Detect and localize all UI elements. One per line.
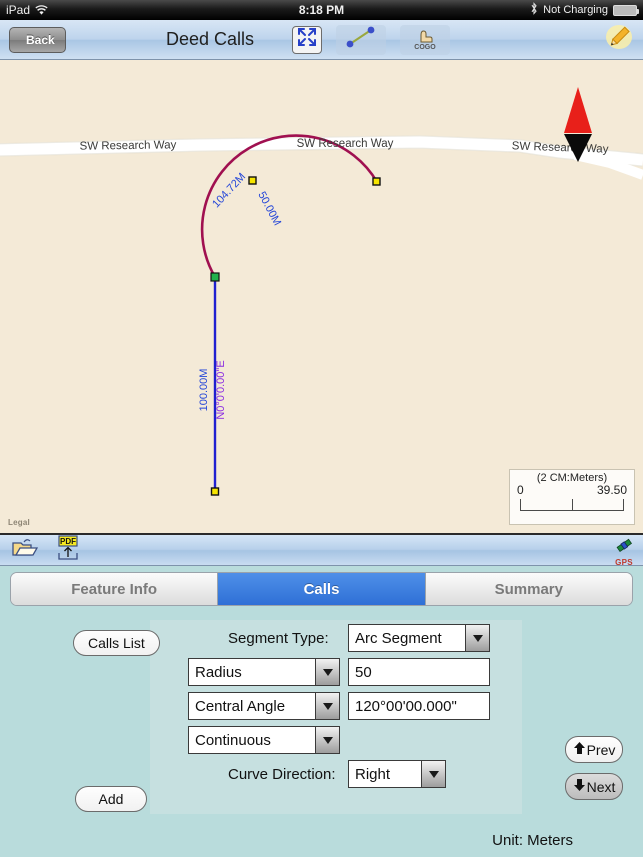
segment-type-label: Segment Type:	[228, 630, 329, 647]
param1-type-value: Radius	[195, 663, 242, 681]
cogo-icon: COGO	[414, 28, 436, 51]
cogo-button[interactable]: COGO	[400, 24, 450, 55]
svg-text:SW Research Way: SW Research Way	[80, 139, 177, 152]
curve-direction-value: Right	[355, 765, 391, 783]
svg-text:N0°0'0.00"E: N0°0'0.00"E	[215, 360, 227, 419]
ios-status-bar: iPad 8:18 PM Not Charging	[0, 0, 643, 20]
tab-feature-info-label: Feature Info	[71, 580, 158, 598]
pdf-export-button[interactable]: PDF	[54, 534, 82, 566]
param1-input[interactable]: 50	[348, 658, 490, 686]
bluetooth-icon	[530, 2, 538, 18]
scale-ruler	[520, 499, 624, 511]
curve-direction-label: Curve Direction:	[228, 766, 336, 783]
param3-type-value: Continuous	[195, 731, 271, 749]
page-title: Deed Calls	[165, 29, 255, 49]
param2-input[interactable]: 120°00'00.000"	[348, 692, 490, 720]
tab-bar: Feature Info Calls Summary	[10, 572, 633, 606]
param2-type-select[interactable]: Central Angle	[188, 692, 340, 720]
arrow-down-icon	[573, 778, 586, 795]
arrow-up-icon	[573, 741, 586, 758]
chevron-down-icon	[421, 761, 445, 787]
panel-toolbar: PDF GPS	[0, 534, 643, 567]
app-root: iPad 8:18 PM Not Charging Back Deed Call…	[0, 0, 643, 857]
tab-feature-info[interactable]: Feature Info	[11, 573, 219, 605]
svg-text:50.00M: 50.00M	[255, 190, 283, 228]
tab-calls-label: Calls	[303, 580, 340, 598]
tab-summary[interactable]: Summary	[425, 573, 632, 605]
fullscreen-button[interactable]	[292, 25, 322, 54]
scale-min: 0	[517, 483, 524, 497]
segment-type-select[interactable]: Arc Segment	[348, 624, 490, 652]
calls-list-label: Calls List	[88, 635, 145, 651]
fullscreen-icon	[296, 26, 318, 53]
navigation-bar: Back Deed Calls COGO	[0, 20, 643, 60]
calls-list-button[interactable]: Calls List	[73, 630, 160, 656]
open-folder-icon	[10, 536, 39, 565]
line-segment-icon	[344, 25, 378, 54]
tab-summary-label: Summary	[494, 580, 563, 598]
chevron-down-icon	[465, 625, 489, 651]
back-button-label: Back	[26, 32, 55, 47]
add-label: Add	[98, 791, 124, 807]
tab-calls[interactable]: Calls	[218, 573, 426, 605]
calls-form: Calls List Add Segment Type: Arc Segment…	[10, 614, 633, 854]
gps-satellite-icon	[613, 538, 635, 558]
param1-type-select[interactable]: Radius	[188, 658, 340, 686]
svg-text:SW Research Way: SW Research Way	[297, 138, 394, 150]
gps-button[interactable]: GPS	[613, 537, 635, 567]
chevron-down-icon	[315, 727, 339, 753]
line-segment-button[interactable]	[336, 24, 386, 55]
next-label: Next	[586, 778, 616, 795]
scale-max: 39.50	[596, 483, 627, 497]
curve-direction-select[interactable]: Right	[348, 760, 446, 788]
prev-button[interactable]: Prev	[565, 736, 623, 763]
cogo-label: COGO	[414, 44, 436, 51]
param3-type-select[interactable]: Continuous	[188, 726, 340, 754]
next-button[interactable]: Next	[565, 773, 623, 800]
map-canvas[interactable]: 104.72M 50.00M 100.00M N0°0'0.00"E SW Re…	[0, 60, 643, 533]
open-folder-button[interactable]	[10, 536, 39, 565]
segment-type-value: Arc Segment	[355, 629, 442, 647]
map-attribution: Legal	[8, 518, 30, 527]
gps-label: GPS	[615, 558, 633, 567]
svg-text:104.72M: 104.72M	[210, 171, 248, 210]
battery-icon	[613, 4, 639, 16]
chevron-down-icon	[315, 659, 339, 685]
edit-button[interactable]	[601, 24, 637, 56]
scale-numbers: 0 39.50	[510, 483, 634, 497]
nav-tool-group: COGO	[292, 24, 450, 55]
pencil-icon	[604, 23, 634, 56]
charge-status: Not Charging	[543, 4, 608, 16]
status-right: Not Charging	[530, 2, 639, 18]
bottom-panel: PDF GPS Feature Info Calls Summary Calls…	[0, 533, 643, 857]
back-button[interactable]: Back	[9, 26, 66, 53]
add-button[interactable]: Add	[75, 786, 147, 812]
unit-text: Unit: Meters	[492, 832, 573, 849]
pdf-export-icon: PDF	[54, 534, 82, 566]
scale-bar: (2 CM:Meters) 0 39.50	[509, 469, 635, 525]
param2-type-value: Central Angle	[195, 697, 286, 715]
prev-label: Prev	[586, 741, 616, 758]
chevron-down-icon	[315, 693, 339, 719]
svg-text:PDF: PDF	[60, 537, 76, 546]
svg-text:100.00M: 100.00M	[198, 369, 210, 412]
